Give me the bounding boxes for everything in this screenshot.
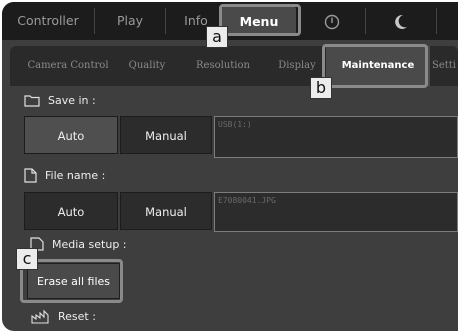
save-in-auto-button[interactable]: Auto: [24, 116, 118, 154]
night-mode-button[interactable]: [366, 2, 436, 40]
power-button[interactable]: [299, 2, 365, 40]
file-name-auto-label: Auto: [57, 205, 85, 219]
save-in-manual-button[interactable]: Manual: [120, 116, 212, 154]
file-name-manual-label: Manual: [145, 205, 187, 219]
file-name-label: File name :: [24, 168, 105, 183]
callout-a: a: [206, 26, 228, 48]
media-setup-label: Media setup :: [30, 237, 127, 251]
reset-label: Reset :: [30, 308, 96, 324]
tab-controller-label: Controller: [17, 13, 79, 28]
maintenance-highlight-box: [322, 44, 428, 88]
callout-a-text: a: [212, 27, 222, 46]
reset-icon: [31, 309, 49, 324]
folder-icon: [24, 94, 40, 107]
tab-play[interactable]: Play: [95, 2, 165, 40]
subtab-resolution-label: Resolution: [196, 60, 250, 71]
menu-highlight-box: [219, 4, 301, 36]
subtab-camera-control-label: Camera Control: [27, 60, 109, 71]
save-path-field[interactable]: USB(1:): [214, 116, 458, 158]
save-in-label: Save in :: [24, 94, 96, 107]
reset-text: Reset :: [58, 309, 96, 323]
callout-b-text: b: [315, 78, 327, 97]
save-path-value: USB(1:): [218, 120, 252, 129]
subtab-quality-label: Quality: [128, 60, 166, 71]
subtab-display-label: Display: [278, 60, 316, 71]
media-setup-text: Media setup :: [52, 237, 127, 251]
file-icon: [24, 168, 37, 183]
file-name-field[interactable]: E7080041.JPG: [214, 192, 458, 232]
save-in-text: Save in :: [48, 94, 96, 107]
file-name-auto-button[interactable]: Auto: [24, 192, 118, 230]
file-name-value: E7080041.JPG: [218, 196, 276, 205]
file-name-text: File name :: [45, 169, 106, 182]
power-icon: [324, 14, 340, 29]
subtab-settings[interactable]: Setti: [432, 46, 458, 86]
file-name-manual-button[interactable]: Manual: [120, 192, 212, 230]
tab-play-label: Play: [116, 13, 144, 28]
save-in-manual-label: Manual: [145, 129, 187, 143]
save-in-auto-label: Auto: [57, 129, 85, 143]
subtab-settings-label: Setti: [432, 60, 457, 71]
tab-info-label: Info: [184, 13, 208, 28]
subtab-camera-control[interactable]: Camera Control: [18, 46, 118, 86]
tab-controller[interactable]: Controller: [2, 2, 94, 40]
callout-c-text: c: [22, 249, 32, 268]
subtab-resolution[interactable]: Resolution: [188, 46, 258, 86]
callout-c: c: [16, 248, 38, 270]
callout-b: b: [310, 77, 332, 99]
moon-icon: [395, 14, 407, 29]
subtab-quality[interactable]: Quality: [122, 46, 172, 86]
divider: [436, 8, 437, 34]
